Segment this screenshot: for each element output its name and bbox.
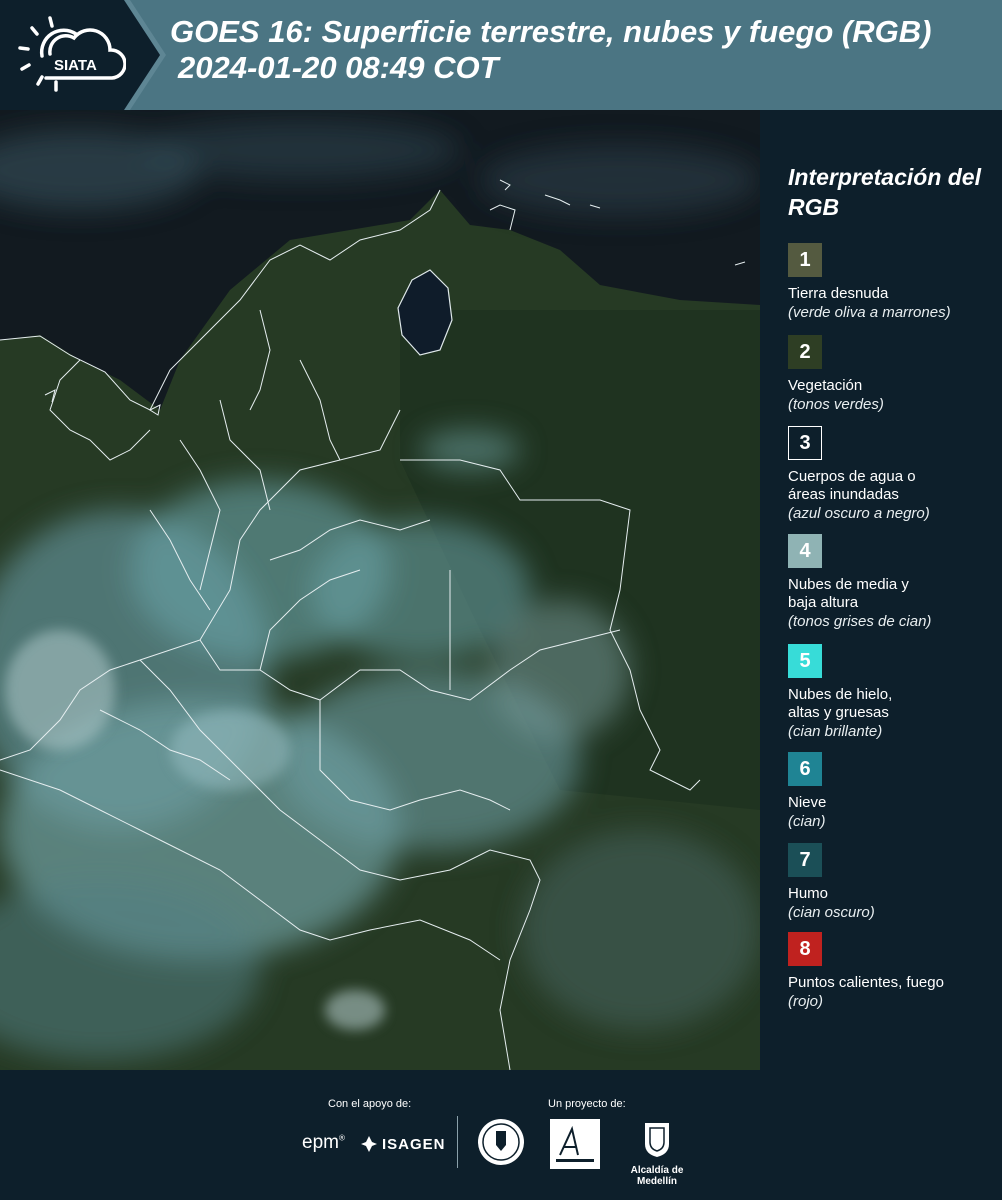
project-label: Un proyecto de: bbox=[548, 1098, 626, 1110]
legend-swatch: 5 bbox=[788, 644, 822, 678]
isagen-logo: ISAGEN bbox=[360, 1132, 446, 1156]
legend-label: Humo bbox=[788, 885, 829, 902]
legend-note: (cian oscuro) bbox=[788, 904, 875, 921]
legend-label: Nubes de hielo, altas y gruesas bbox=[788, 686, 893, 721]
legend-swatch: 3 bbox=[788, 426, 822, 460]
page-title: GOES 16: Superficie terrestre, nubes y f… bbox=[170, 14, 1000, 86]
legend-item-smoke: 7 Humo (cian oscuro) bbox=[788, 843, 1000, 922]
isagen-icon bbox=[361, 1136, 377, 1152]
legend-swatch: 1 bbox=[788, 243, 822, 277]
legend-panel: Interpretación del RGB 1 Tierra desnuda … bbox=[760, 110, 1002, 1070]
legend-label: Cuerpos de agua o áreas inundadas bbox=[788, 468, 916, 503]
satellite-map bbox=[0, 110, 760, 1070]
legend-swatch: 2 bbox=[788, 335, 822, 369]
siata-logo: SIATA bbox=[18, 16, 126, 92]
svg-text:SIATA: SIATA bbox=[54, 57, 97, 74]
coat-of-arms-icon bbox=[645, 1123, 669, 1157]
legend-label: Nubes de media y baja altura bbox=[788, 576, 909, 611]
legend-item-vegetation: 2 Vegetación (tonos verdes) bbox=[788, 335, 1000, 414]
legend-label: Puntos calientes, fuego bbox=[788, 974, 944, 991]
legend-note: (verde oliva a marrones) bbox=[788, 304, 951, 321]
area-metropolitana-logo bbox=[550, 1119, 600, 1169]
legend-item-water: 3 Cuerpos de agua o áreas inundadas (azu… bbox=[788, 426, 1000, 523]
legend-label: Nieve bbox=[788, 794, 827, 811]
legend-title: Interpretación del RGB bbox=[788, 164, 981, 220]
legend-note: (cian) bbox=[788, 813, 826, 830]
legend-item-fire: 8 Puntos calientes, fuego (rojo) bbox=[788, 932, 1000, 1011]
header: SIATA GOES 16: Superficie terrestre, nub… bbox=[0, 0, 1002, 110]
epm-logo: epm® bbox=[302, 1132, 345, 1153]
legend-label: Tierra desnuda bbox=[788, 285, 889, 302]
legend-swatch: 4 bbox=[788, 534, 822, 568]
legend-item-bare-soil: 1 Tierra desnuda (verde oliva a marrones… bbox=[788, 243, 1000, 322]
university-seal-icon bbox=[478, 1119, 524, 1165]
footer: Con el apoyo de: Un proyecto de: epm® IS… bbox=[0, 1070, 1002, 1200]
legend-swatch: 6 bbox=[788, 752, 822, 786]
legend-note: (tonos grises de cian) bbox=[788, 613, 932, 630]
legend-note: (tonos verdes) bbox=[788, 396, 884, 413]
legend-note: (cian brillante) bbox=[788, 723, 883, 740]
support-label: Con el apoyo de: bbox=[328, 1098, 412, 1110]
alcaldia-logo: Alcaldía de Medellín bbox=[612, 1120, 702, 1187]
legend-note: (rojo) bbox=[788, 993, 824, 1010]
legend-swatch: 8 bbox=[788, 932, 822, 966]
footer-divider bbox=[457, 1116, 458, 1168]
legend-note: (azul oscuro a negro) bbox=[788, 505, 930, 522]
legend-item-snow: 6 Nieve (cian) bbox=[788, 752, 1000, 831]
title-timestamp: 2024-01-20 08:49 COT bbox=[178, 50, 499, 85]
legend-label: Vegetación bbox=[788, 377, 863, 394]
legend-item-ice-clouds: 5 Nubes de hielo, altas y gruesas (cian … bbox=[788, 644, 1000, 741]
legend-item-low-clouds: 4 Nubes de media y baja altura (tonos gr… bbox=[788, 534, 1000, 631]
legend-swatch: 7 bbox=[788, 843, 822, 877]
title-product: GOES 16: Superficie terrestre, nubes y f… bbox=[170, 14, 932, 49]
map-canvas bbox=[0, 110, 760, 1070]
